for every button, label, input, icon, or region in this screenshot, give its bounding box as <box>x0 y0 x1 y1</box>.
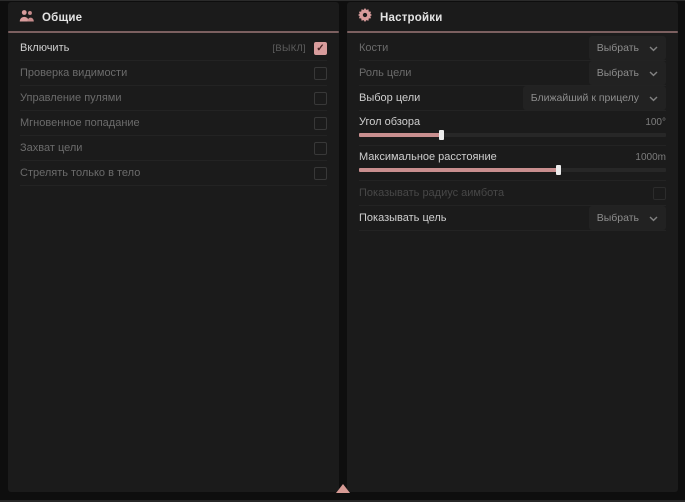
gear-icon <box>358 8 372 27</box>
row-target-selection[interactable]: Выбор цели Ближайший к прицелу <box>359 86 666 111</box>
show-target-dropdown[interactable]: Выбрать <box>589 206 666 230</box>
row-max-distance: Максимальное расстояние 1000m <box>359 146 666 181</box>
max-distance-slider[interactable] <box>359 168 666 172</box>
row-label: Угол обзора <box>359 116 420 128</box>
users-icon <box>19 9 34 27</box>
keybind-label: [ВЫКЛ] <box>272 43 306 54</box>
checkbox-body-only[interactable] <box>314 167 327 180</box>
row-target-role[interactable]: Роль цели Выбрать <box>359 61 666 86</box>
row-controls: [ВЫКЛ] ✓ <box>272 42 327 55</box>
row-body-only[interactable]: Стрелять только в тело <box>20 161 327 186</box>
row-bones[interactable]: Кости Выбрать <box>359 36 666 61</box>
panel-settings-header: Настройки <box>347 2 678 31</box>
row-label: Мгновенное попадание <box>20 117 140 129</box>
target-selection-dropdown[interactable]: Ближайший к прицелу <box>523 86 666 110</box>
checkbox-bullet-control[interactable] <box>314 92 327 105</box>
row-label: Проверка видимости <box>20 67 127 79</box>
chevron-down-icon <box>649 209 658 227</box>
row-label: Показывать цель <box>359 212 447 224</box>
row-label: Роль цели <box>359 67 411 79</box>
row-label: Максимальное расстояние <box>359 151 497 163</box>
row-visibility-check[interactable]: Проверка видимости <box>20 61 327 86</box>
window-top-edge <box>0 0 685 1</box>
row-label: Стрелять только в тело <box>20 167 140 179</box>
scroll-up-arrow[interactable] <box>336 484 350 493</box>
row-enable[interactable]: Включить [ВЫКЛ] ✓ <box>20 36 327 61</box>
dropdown-value: Выбрать <box>597 212 639 224</box>
row-show-target[interactable]: Показывать цель Выбрать <box>359 206 666 231</box>
row-bullet-control[interactable]: Управление пулями <box>20 86 327 111</box>
chevron-down-icon <box>649 64 658 82</box>
row-label: Кости <box>359 42 388 54</box>
slider-head: Угол обзора 100° <box>359 116 666 128</box>
dropdown-value: Выбрать <box>597 42 639 54</box>
general-rows: Включить [ВЫКЛ] ✓ Проверка видимости Упр… <box>8 33 339 186</box>
slider-value: 1000m <box>635 152 666 163</box>
row-label: Показывать радиус аимбота <box>359 187 504 199</box>
checkbox-show-aimbot-radius[interactable] <box>653 187 666 200</box>
slider-fill <box>359 168 559 172</box>
slider-fill <box>359 133 442 137</box>
row-target-lock[interactable]: Захват цели <box>20 136 327 161</box>
fov-slider[interactable] <box>359 133 666 137</box>
row-show-aimbot-radius[interactable]: Показывать радиус аимбота <box>359 181 666 206</box>
dropdown-value: Ближайший к прицелу <box>531 92 639 104</box>
row-instant-hit[interactable]: Мгновенное попадание <box>20 111 327 136</box>
panel-general-header: Общие <box>8 2 339 31</box>
slider-thumb[interactable] <box>439 130 444 140</box>
row-label: Включить <box>20 42 69 54</box>
row-label: Выбор цели <box>359 92 420 104</box>
chevron-down-icon <box>649 39 658 57</box>
slider-value: 100° <box>645 117 666 128</box>
settings-rows: Кости Выбрать Роль цели Выбрать Выбор це… <box>347 33 678 231</box>
checkbox-instant-hit[interactable] <box>314 117 327 130</box>
chevron-down-icon <box>649 89 658 107</box>
panel-settings: Настройки Кости Выбрать Роль цели Выбрат… <box>347 2 678 492</box>
bones-dropdown[interactable]: Выбрать <box>589 36 666 60</box>
panel-title-settings: Настройки <box>380 12 442 24</box>
row-label: Управление пулями <box>20 92 122 104</box>
checkbox-target-lock[interactable] <box>314 142 327 155</box>
row-label: Захват цели <box>20 142 82 154</box>
target-role-dropdown[interactable]: Выбрать <box>589 61 666 85</box>
checkbox-visibility-check[interactable] <box>314 67 327 80</box>
slider-head: Максимальное расстояние 1000m <box>359 151 666 163</box>
panel-general: Общие Включить [ВЫКЛ] ✓ Проверка видимос… <box>8 2 339 492</box>
slider-thumb[interactable] <box>556 165 561 175</box>
dropdown-value: Выбрать <box>597 67 639 79</box>
checkbox-enable[interactable]: ✓ <box>314 42 327 55</box>
panel-title-general: Общие <box>42 12 82 24</box>
row-fov: Угол обзора 100° <box>359 111 666 146</box>
